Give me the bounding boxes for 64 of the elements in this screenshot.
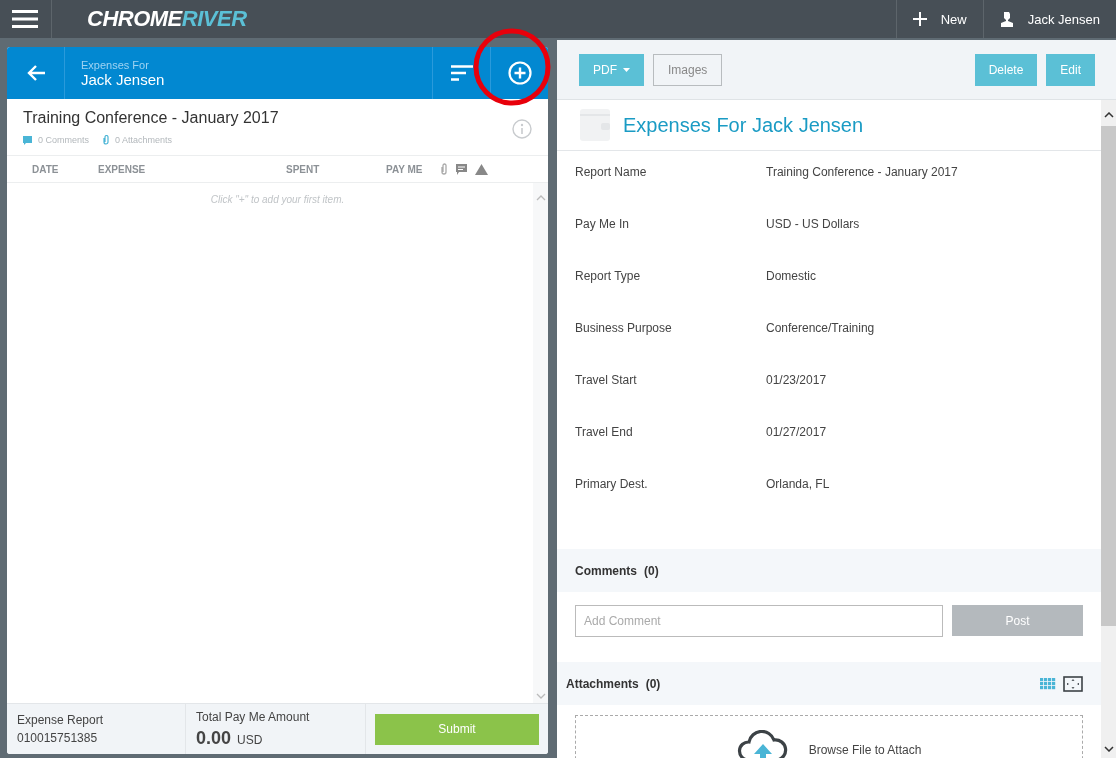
toolbar-button[interactable]: Images xyxy=(653,53,723,86)
column-header[interactable]: EXPENSE xyxy=(98,163,278,175)
sort-icon[interactable] xyxy=(450,65,473,81)
field-label: Business Purpose xyxy=(575,321,673,335)
menu-icon[interactable] xyxy=(12,9,38,29)
logo: CHROMERIVER xyxy=(87,6,247,32)
caret-icon xyxy=(623,67,630,72)
field-label: Travel End xyxy=(575,425,634,439)
add-icon[interactable] xyxy=(507,61,532,85)
dropdown-button[interactable]: PDF xyxy=(579,53,644,86)
header-name: Jack Jensen xyxy=(81,70,166,88)
field-value: USD - US Dollars xyxy=(766,217,860,231)
comment-icon xyxy=(456,163,467,175)
grid-icon[interactable] xyxy=(1040,677,1056,690)
detail-title: Expenses For Jack Jensen xyxy=(623,113,864,137)
paperclip-icon xyxy=(440,162,448,176)
cloud-upload-icon xyxy=(736,730,789,758)
field-label: Pay Me In xyxy=(575,217,631,231)
field-value: Orlanda, FL xyxy=(766,477,830,491)
total-label: Total Pay Me Amount xyxy=(196,709,311,724)
attachments-count: (0) xyxy=(645,676,661,691)
field-value: Conference/Training xyxy=(766,321,875,335)
currency: USD xyxy=(237,732,263,747)
drop-zone[interactable]: Browse File to Attach xyxy=(575,715,1083,758)
fullscreen-icon[interactable] xyxy=(1063,675,1083,692)
comments-count[interactable]: 0 Comments xyxy=(38,135,90,145)
field-label: Report Name xyxy=(575,165,648,179)
column-header[interactable]: SPENT xyxy=(286,163,378,175)
user-icon xyxy=(999,11,1014,27)
wallet-icon xyxy=(579,108,611,142)
user-button[interactable]: Jack Jensen xyxy=(983,0,1116,38)
plus-icon xyxy=(912,12,927,26)
attachments-count[interactable]: 0 Attachments xyxy=(115,135,173,145)
field-value: 01/27/2017 xyxy=(766,425,827,439)
report-title: Training Conference - January 2017 xyxy=(23,109,279,127)
scroll-down-icon[interactable] xyxy=(1103,746,1114,752)
attachments-heading: Attachments xyxy=(566,676,639,691)
field-label: Report Type xyxy=(575,269,642,283)
report-label: Expense Report xyxy=(17,713,105,727)
back-icon[interactable] xyxy=(25,64,46,82)
browse-link[interactable]: Browse File to Attach xyxy=(808,743,922,757)
header-subtitle: Expenses For xyxy=(81,58,150,71)
field-label: Travel Start xyxy=(575,373,638,387)
comments-heading: Comments xyxy=(575,563,637,578)
column-header[interactable]: DATE xyxy=(32,163,90,175)
field-value: Training Conference - January 2017 xyxy=(766,165,958,179)
field-value: Domestic xyxy=(766,269,816,283)
field-label: Primary Dest. xyxy=(575,477,649,491)
empty-message: Click "+" to add your first item. xyxy=(210,194,345,207)
scroll-up-icon[interactable] xyxy=(1103,112,1114,118)
comment-field[interactable]: Add Comment xyxy=(575,605,944,637)
report-number: 010015751385 xyxy=(17,731,99,745)
scrollbar[interactable] xyxy=(1101,100,1116,758)
submit-button[interactable]: Submit xyxy=(375,713,539,745)
toolbar-button[interactable]: Edit xyxy=(1046,53,1095,86)
field-value: 01/23/2017 xyxy=(766,373,827,387)
comment-icon xyxy=(23,135,32,145)
warning-icon xyxy=(475,163,488,175)
new-button[interactable]: New xyxy=(896,0,983,38)
comments-count: (0) xyxy=(644,563,659,578)
paperclip-icon xyxy=(103,135,110,145)
total-amount: 0.00 xyxy=(196,727,232,749)
toolbar-button[interactable]: Delete xyxy=(974,53,1038,86)
column-header[interactable]: PAY ME xyxy=(386,163,432,175)
